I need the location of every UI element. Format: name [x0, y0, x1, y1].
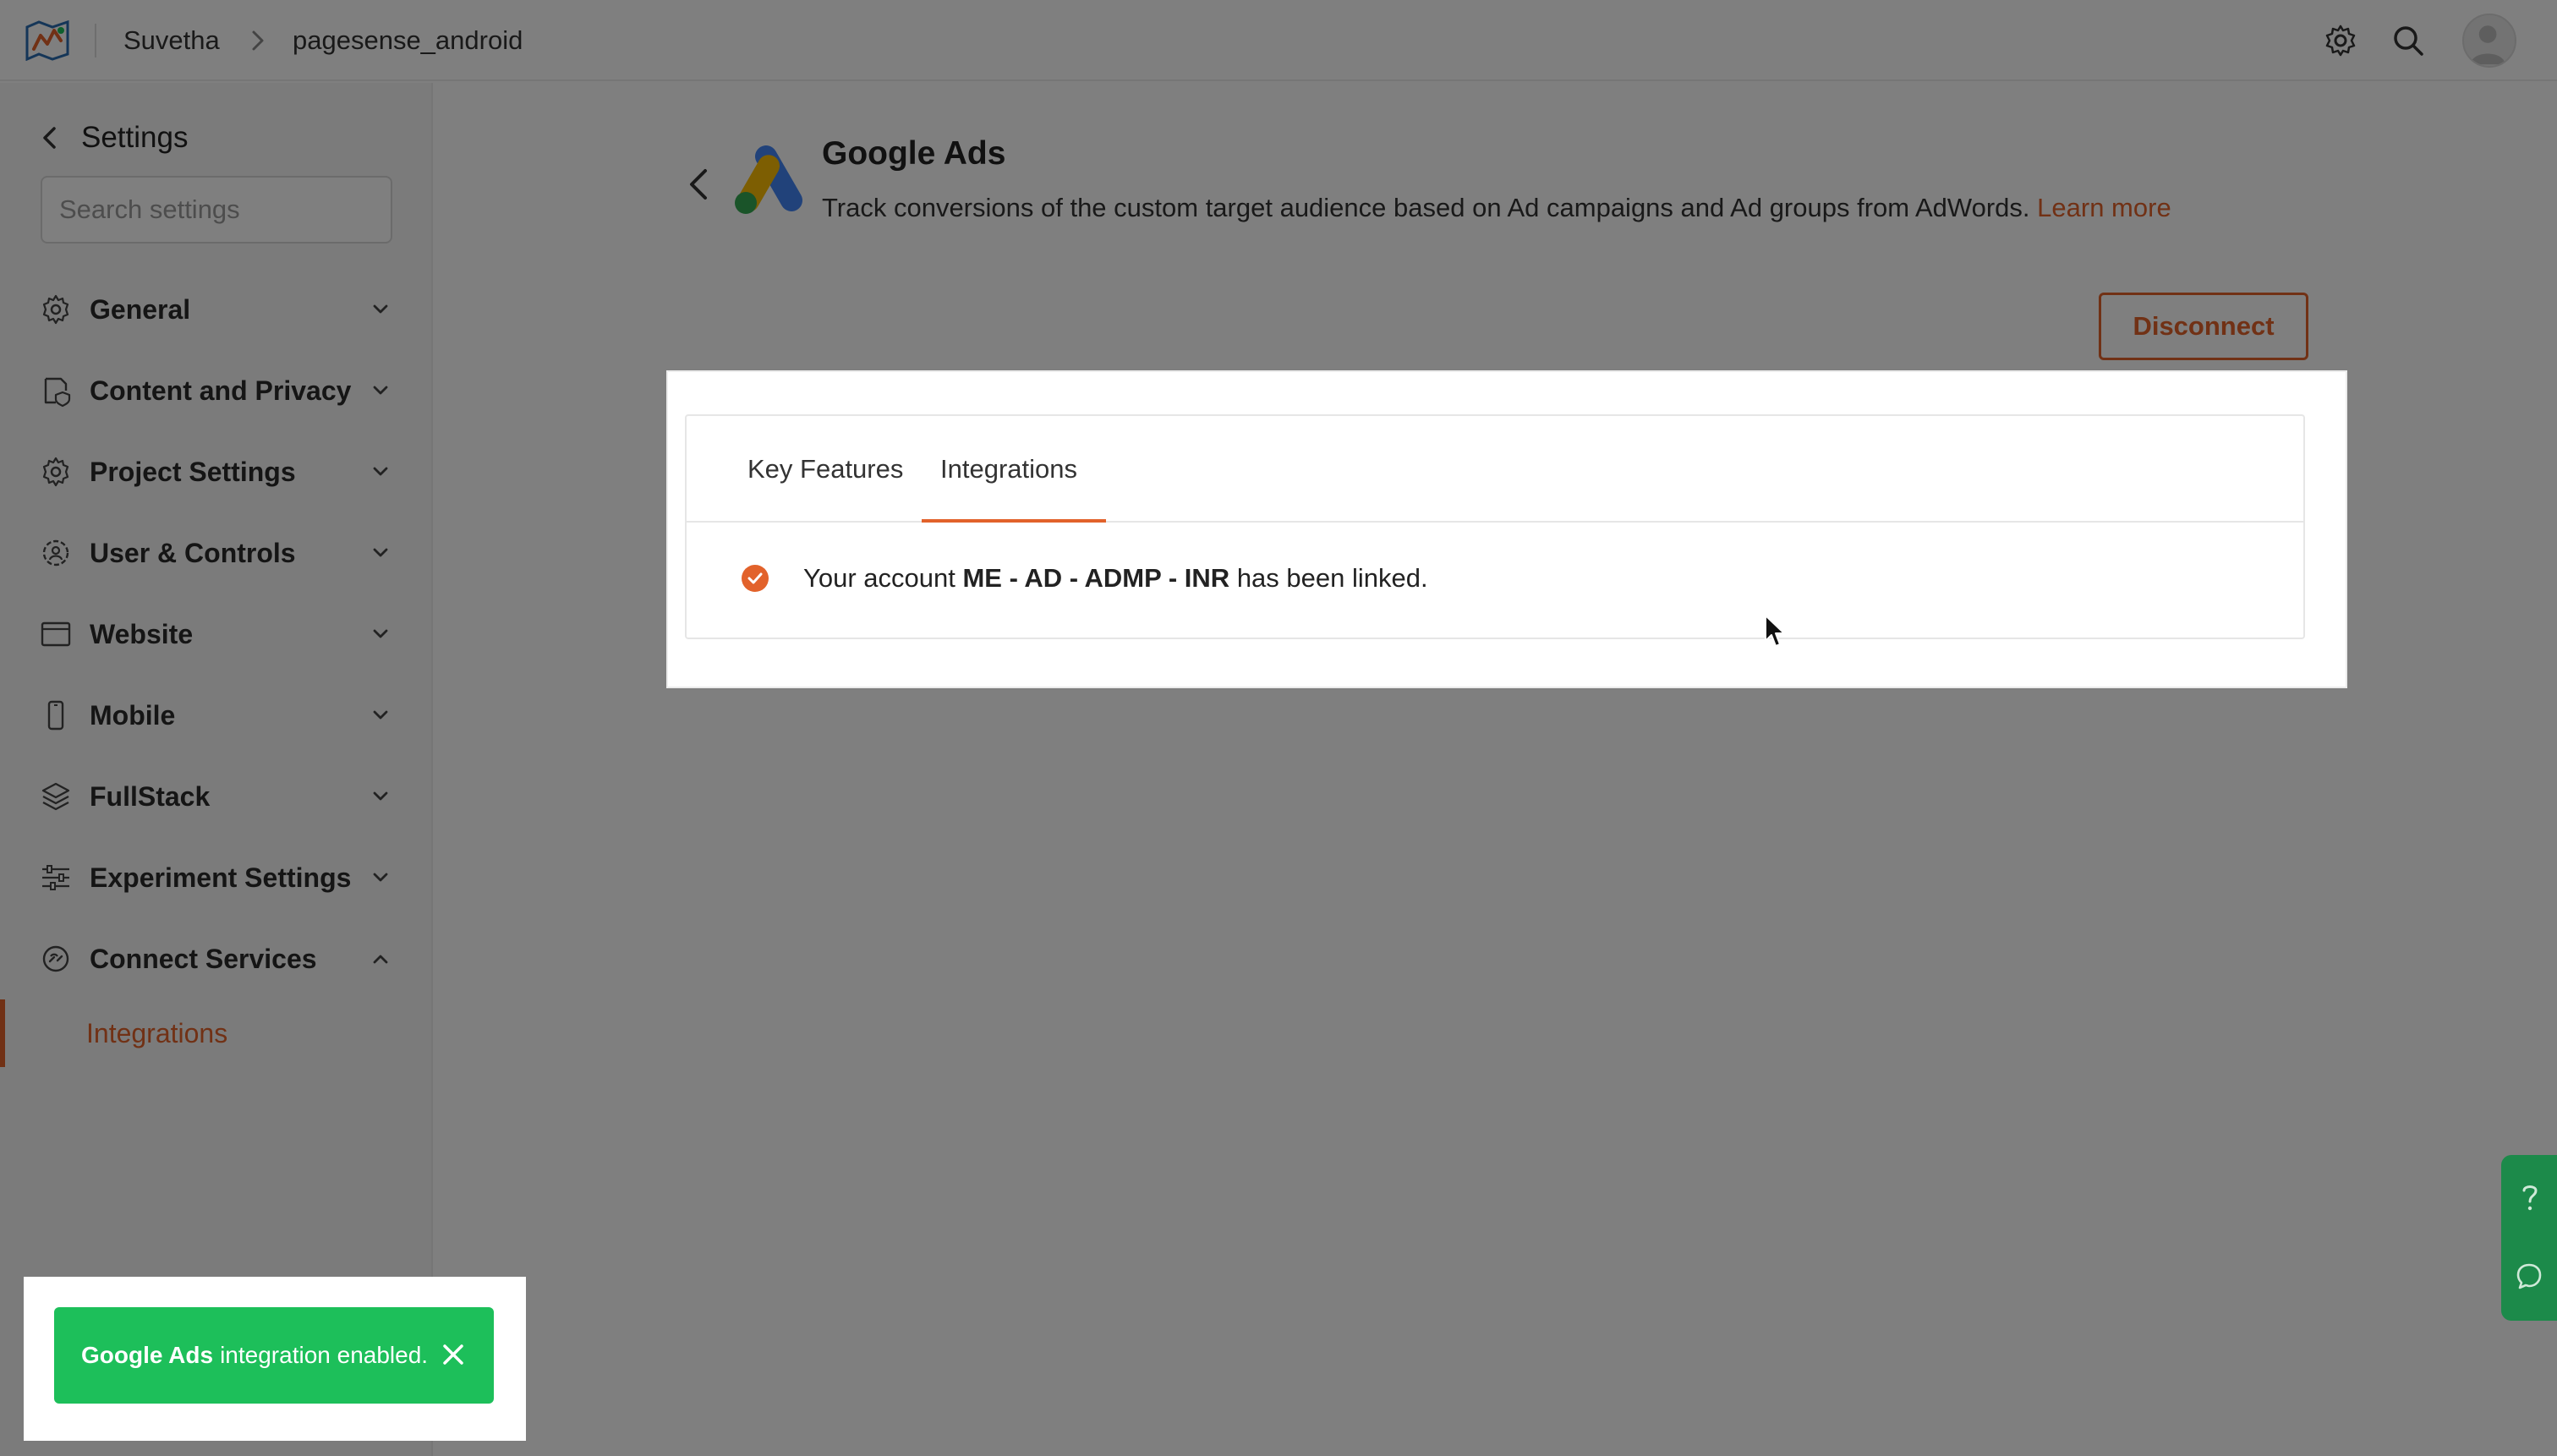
linked-account-name: ME - AD - ADMP - INR	[962, 563, 1230, 593]
chevron-down-icon[interactable]	[369, 622, 392, 646]
integration-title: Google Ads	[822, 135, 1006, 172]
question-mark-icon[interactable]	[2516, 1180, 2543, 1214]
connect-services-icon	[42, 945, 69, 972]
sidebar-item-label: General	[90, 293, 191, 325]
search-settings-input[interactable]	[59, 194, 397, 225]
sidebar-item-fullstack[interactable]: FullStack	[0, 756, 433, 837]
account-linked-message: Your account ME - AD - ADMP - INR has be…	[741, 563, 1428, 594]
pagesense-logo-icon[interactable]	[24, 19, 71, 61]
gear-icon	[42, 457, 69, 487]
sidebar-item-content-privacy[interactable]: Content and Privacy	[0, 350, 433, 431]
integration-description: Track conversions of the custom target a…	[822, 193, 2171, 223]
mobile-phone-icon	[47, 700, 64, 731]
active-indicator	[0, 999, 5, 1067]
linked-suffix: has been linked.	[1236, 563, 1428, 593]
settings-header[interactable]: Settings	[36, 117, 188, 159]
mouse-cursor-icon	[1765, 615, 1785, 647]
chevron-down-icon[interactable]	[369, 379, 392, 402]
topbar-divider	[95, 24, 96, 57]
sliders-icon	[42, 865, 69, 890]
toast-container: Google Ads integration enabled.	[24, 1277, 526, 1441]
sidebar-item-user-controls[interactable]: User & Controls	[0, 512, 433, 594]
sidebar-item-label: Website	[90, 618, 194, 649]
gear-icon	[42, 294, 69, 325]
chevron-up-icon[interactable]	[369, 947, 392, 971]
sidebar-item-general[interactable]: General	[0, 269, 433, 350]
settings-sidebar: Settings General Content and Privacy	[0, 83, 433, 1456]
check-circle-icon	[742, 565, 769, 592]
sidebar-item-label: Connect Services	[90, 943, 317, 974]
search-icon[interactable]	[2390, 22, 2427, 59]
tab-key-features[interactable]: Key Features	[747, 416, 903, 523]
chevron-down-icon[interactable]	[369, 785, 392, 808]
sidebar-item-website[interactable]: Website	[0, 594, 433, 675]
active-tab-indicator	[922, 519, 1106, 523]
toast-bold-text: Google Ads	[81, 1342, 214, 1368]
chevron-down-icon[interactable]	[369, 541, 392, 565]
chevron-down-icon[interactable]	[369, 703, 392, 727]
back-arrow-icon[interactable]	[683, 166, 714, 203]
chevron-down-icon[interactable]	[369, 866, 392, 889]
chevron-left-icon[interactable]	[36, 123, 64, 152]
disconnect-button[interactable]: Disconnect	[2099, 293, 2308, 360]
sidebar-item-experiment-settings[interactable]: Experiment Settings	[0, 837, 433, 918]
sidebar-subitem-integrations[interactable]: Integrations	[0, 999, 433, 1067]
close-icon[interactable]	[440, 1341, 467, 1368]
chevron-right-icon	[252, 30, 264, 51]
browser-window-icon	[41, 621, 71, 647]
user-gear-icon	[42, 539, 69, 567]
sidebar-item-label: User & Controls	[90, 537, 296, 568]
stack-layers-icon	[41, 782, 70, 811]
help-dock	[2501, 1155, 2557, 1321]
tab-integrations[interactable]: Integrations	[940, 416, 1077, 523]
description-text: Track conversions of the custom target a…	[822, 193, 2030, 222]
breadcrumb-portal[interactable]: Suvetha	[123, 22, 220, 59]
sidebar-subitem-label: Integrations	[86, 1017, 228, 1048]
chevron-down-icon[interactable]	[369, 298, 392, 321]
user-avatar-icon[interactable]	[2462, 14, 2516, 68]
chat-bubble-icon[interactable]	[2515, 1262, 2543, 1290]
sidebar-item-connect-services[interactable]: Connect Services	[0, 918, 433, 999]
linked-prefix: Your account	[803, 563, 955, 593]
sidebar-item-label: Mobile	[90, 699, 176, 731]
sidebar-item-mobile[interactable]: Mobile	[0, 675, 433, 756]
google-ads-logo-icon	[735, 145, 802, 214]
sidebar-item-label: Project Settings	[90, 456, 296, 487]
success-toast: Google Ads integration enabled.	[54, 1307, 494, 1404]
top-bar: Suvetha pagesense_android	[0, 0, 2557, 81]
linked-text: Your account ME - AD - ADMP - INR has be…	[803, 563, 1428, 594]
chevron-down-icon[interactable]	[369, 460, 392, 484]
gear-icon[interactable]	[2322, 22, 2359, 59]
tab-bar: Key Features Integrations	[687, 416, 2303, 523]
integration-card: Key Features Integrations Your account M…	[685, 414, 2305, 639]
sidebar-item-project-settings[interactable]: Project Settings	[0, 431, 433, 512]
sidebar-item-label: Content and Privacy	[90, 375, 352, 406]
sidebar-item-label: FullStack	[90, 780, 211, 812]
privacy-shield-icon	[44, 377, 71, 408]
learn-more-link[interactable]: Learn more	[2037, 193, 2171, 222]
search-settings-box[interactable]	[41, 176, 397, 244]
settings-title: Settings	[81, 121, 189, 154]
sidebar-item-label: Experiment Settings	[90, 862, 352, 893]
settings-nav: General Content and Privacy Project Sett…	[0, 269, 433, 1067]
toast-text: integration enabled.	[220, 1342, 429, 1368]
integration-panel: Key Features Integrations Your account M…	[668, 372, 2346, 687]
breadcrumb-project[interactable]: pagesense_android	[293, 22, 523, 59]
